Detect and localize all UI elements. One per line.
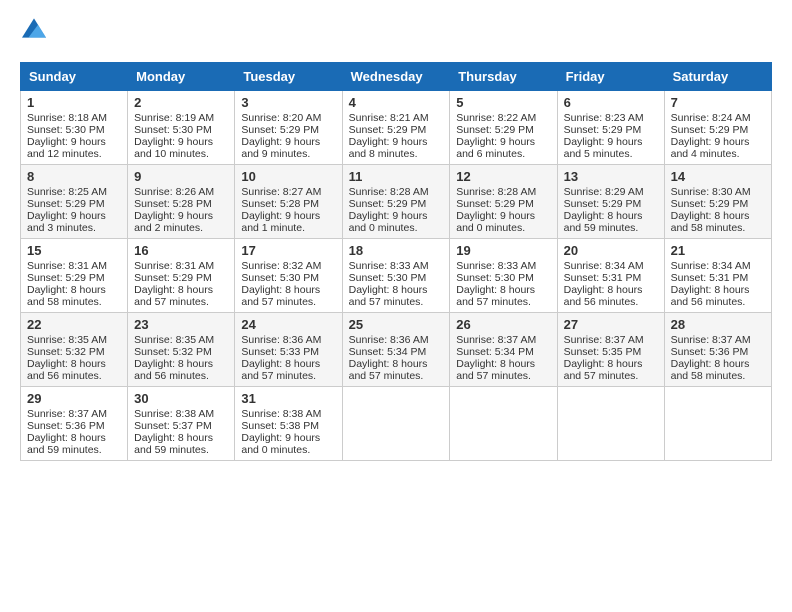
- calendar-cell: 16Sunrise: 8:31 AMSunset: 5:29 PMDayligh…: [128, 238, 235, 312]
- calendar-cell: [557, 386, 664, 460]
- calendar-cell: 26Sunrise: 8:37 AMSunset: 5:34 PMDayligh…: [450, 312, 557, 386]
- weekday-header-friday: Friday: [557, 62, 664, 90]
- weekday-header-wednesday: Wednesday: [342, 62, 450, 90]
- calendar-cell: 30Sunrise: 8:38 AMSunset: 5:37 PMDayligh…: [128, 386, 235, 460]
- calendar-cell: [664, 386, 771, 460]
- calendar-cell: 13Sunrise: 8:29 AMSunset: 5:29 PMDayligh…: [557, 164, 664, 238]
- calendar-cell: [342, 386, 450, 460]
- page-header: [20, 20, 772, 46]
- calendar-cell: 5Sunrise: 8:22 AMSunset: 5:29 PMDaylight…: [450, 90, 557, 164]
- calendar-cell: 6Sunrise: 8:23 AMSunset: 5:29 PMDaylight…: [557, 90, 664, 164]
- calendar-cell: 4Sunrise: 8:21 AMSunset: 5:29 PMDaylight…: [342, 90, 450, 164]
- calendar-cell: 23Sunrise: 8:35 AMSunset: 5:32 PMDayligh…: [128, 312, 235, 386]
- calendar-cell: 9Sunrise: 8:26 AMSunset: 5:28 PMDaylight…: [128, 164, 235, 238]
- calendar-cell: [450, 386, 557, 460]
- calendar-cell: 15Sunrise: 8:31 AMSunset: 5:29 PMDayligh…: [21, 238, 128, 312]
- calendar-cell: 14Sunrise: 8:30 AMSunset: 5:29 PMDayligh…: [664, 164, 771, 238]
- weekday-header-thursday: Thursday: [450, 62, 557, 90]
- calendar-cell: 20Sunrise: 8:34 AMSunset: 5:31 PMDayligh…: [557, 238, 664, 312]
- calendar-cell: 21Sunrise: 8:34 AMSunset: 5:31 PMDayligh…: [664, 238, 771, 312]
- calendar-cell: 24Sunrise: 8:36 AMSunset: 5:33 PMDayligh…: [235, 312, 342, 386]
- calendar-cell: 18Sunrise: 8:33 AMSunset: 5:30 PMDayligh…: [342, 238, 450, 312]
- weekday-header-monday: Monday: [128, 62, 235, 90]
- calendar-cell: 29Sunrise: 8:37 AMSunset: 5:36 PMDayligh…: [21, 386, 128, 460]
- calendar-cell: 17Sunrise: 8:32 AMSunset: 5:30 PMDayligh…: [235, 238, 342, 312]
- calendar-cell: 31Sunrise: 8:38 AMSunset: 5:38 PMDayligh…: [235, 386, 342, 460]
- calendar-cell: 27Sunrise: 8:37 AMSunset: 5:35 PMDayligh…: [557, 312, 664, 386]
- calendar-cell: 19Sunrise: 8:33 AMSunset: 5:30 PMDayligh…: [450, 238, 557, 312]
- calendar-cell: 25Sunrise: 8:36 AMSunset: 5:34 PMDayligh…: [342, 312, 450, 386]
- weekday-header-sunday: Sunday: [21, 62, 128, 90]
- calendar-cell: 11Sunrise: 8:28 AMSunset: 5:29 PMDayligh…: [342, 164, 450, 238]
- calendar-cell: 8Sunrise: 8:25 AMSunset: 5:29 PMDaylight…: [21, 164, 128, 238]
- calendar-cell: 28Sunrise: 8:37 AMSunset: 5:36 PMDayligh…: [664, 312, 771, 386]
- weekday-header-saturday: Saturday: [664, 62, 771, 90]
- calendar-cell: 1Sunrise: 8:18 AMSunset: 5:30 PMDaylight…: [21, 90, 128, 164]
- calendar-cell: 3Sunrise: 8:20 AMSunset: 5:29 PMDaylight…: [235, 90, 342, 164]
- calendar: SundayMondayTuesdayWednesdayThursdayFrid…: [20, 62, 772, 461]
- logo: [20, 20, 46, 46]
- calendar-cell: 7Sunrise: 8:24 AMSunset: 5:29 PMDaylight…: [664, 90, 771, 164]
- calendar-cell: 22Sunrise: 8:35 AMSunset: 5:32 PMDayligh…: [21, 312, 128, 386]
- calendar-cell: 2Sunrise: 8:19 AMSunset: 5:30 PMDaylight…: [128, 90, 235, 164]
- calendar-cell: 10Sunrise: 8:27 AMSunset: 5:28 PMDayligh…: [235, 164, 342, 238]
- weekday-header-tuesday: Tuesday: [235, 62, 342, 90]
- calendar-cell: 12Sunrise: 8:28 AMSunset: 5:29 PMDayligh…: [450, 164, 557, 238]
